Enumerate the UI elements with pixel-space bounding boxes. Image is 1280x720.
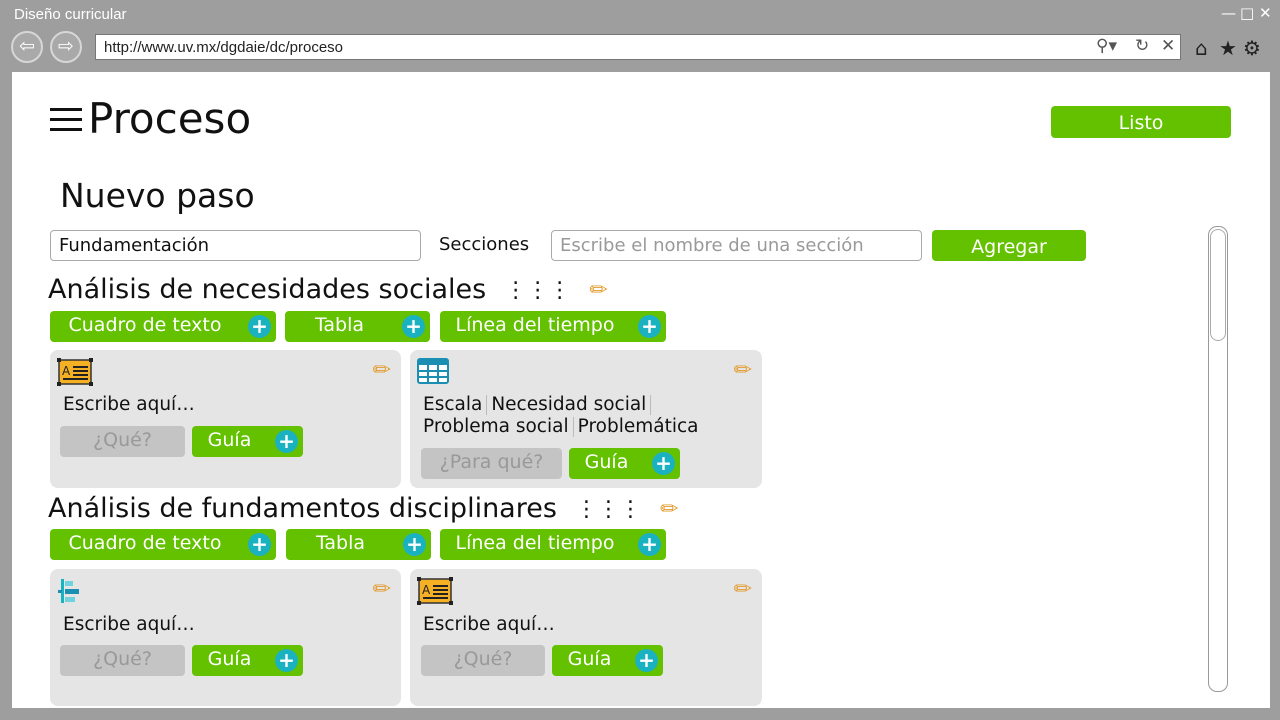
guide-label: Guía xyxy=(207,648,252,670)
add-timeline-button[interactable]: Línea del tiempo + xyxy=(440,311,666,342)
plus-icon: + xyxy=(275,430,298,453)
plus-icon: + xyxy=(402,315,425,338)
card-text[interactable]: Escribe aquí… xyxy=(423,614,555,635)
maximize-icon[interactable]: □ xyxy=(1240,4,1254,22)
text-box-icon[interactable]: A xyxy=(417,577,453,609)
edit-pencil-icon[interactable]: ✏ xyxy=(734,358,752,383)
add-button-label: Tabla xyxy=(315,532,366,554)
window-titlebar: Diseño curricular — □ ✕ xyxy=(0,0,1280,30)
scrollbar-thumb[interactable] xyxy=(1210,229,1226,341)
url-text: http://www.uv.mx/dgdaie/dc/proceso xyxy=(104,39,344,56)
add-section-button[interactable]: Agregar xyxy=(932,230,1086,261)
plus-icon: + xyxy=(275,649,298,672)
add-button-label: Línea del tiempo xyxy=(455,314,615,336)
plus-icon: + xyxy=(403,533,426,556)
edit-pencil-icon[interactable]: ✏ xyxy=(734,577,752,602)
content-card: ✏ Escala Necesidad social Problema social… xyxy=(410,350,762,488)
plus-icon: + xyxy=(635,649,658,672)
plus-icon: + xyxy=(638,315,661,338)
section-title-text: Análisis de necesidades sociales xyxy=(48,274,487,305)
plus-icon: + xyxy=(638,533,661,556)
home-icon[interactable]: ⌂ xyxy=(1195,36,1208,60)
settings-gear-icon[interactable]: ⚙ xyxy=(1243,36,1261,60)
close-window-icon[interactable]: ✕ xyxy=(1259,4,1272,22)
add-button-label: Cuadro de texto xyxy=(68,314,222,336)
page-title: Proceso xyxy=(88,94,252,143)
plus-icon: + xyxy=(652,452,675,475)
back-button[interactable]: ⇦ xyxy=(11,31,43,63)
text-box-icon[interactable]: A xyxy=(57,358,93,390)
guide-button[interactable]: Guía + xyxy=(569,448,680,479)
table-column-label[interactable]: Problemática xyxy=(578,416,699,437)
guide-button[interactable]: Guía + xyxy=(192,426,303,457)
add-table-button[interactable]: Tabla + xyxy=(285,311,430,342)
section-title: Análisis de fundamentos disciplinares ⋮⋮… xyxy=(48,493,679,524)
card-text[interactable]: Escribe aquí… xyxy=(63,394,195,415)
question-button[interactable]: ¿Qué? xyxy=(60,645,185,676)
edit-pencil-icon[interactable]: ✏ xyxy=(660,497,678,522)
timeline-icon[interactable] xyxy=(57,577,83,609)
question-button[interactable]: ¿Qué? xyxy=(421,645,545,676)
step-name-input[interactable]: Fundamentación xyxy=(50,230,421,261)
edit-pencil-icon[interactable]: ✏ xyxy=(589,278,607,303)
svg-text:A: A xyxy=(62,364,71,378)
vertical-scrollbar[interactable] xyxy=(1208,226,1228,692)
add-button-label: Línea del tiempo xyxy=(455,532,615,554)
favorites-star-icon[interactable]: ★ xyxy=(1219,36,1237,60)
table-column-label[interactable]: Escala xyxy=(423,394,482,415)
guide-label: Guía xyxy=(567,648,612,670)
add-button-label: Cuadro de texto xyxy=(68,532,222,554)
edit-pencil-icon[interactable]: ✏ xyxy=(373,577,391,602)
browser-toolbar: ⇦ ⇨ http://www.uv.mx/dgdaie/dc/proceso ⚲… xyxy=(0,30,1280,70)
table-column-label[interactable]: Necesidad social xyxy=(491,394,646,415)
guide-button[interactable]: Guía + xyxy=(552,645,663,676)
menu-icon[interactable] xyxy=(50,108,82,134)
content-card: ✏ Escribe aquí… ¿Qué? Guía + xyxy=(50,569,401,706)
address-bar[interactable]: http://www.uv.mx/dgdaie/dc/proceso xyxy=(95,34,1181,60)
question-button[interactable]: ¿Qué? xyxy=(60,426,185,457)
table-column-label[interactable]: Problema social xyxy=(423,416,569,437)
section-name-input[interactable]: Escribe el nombre de una sección xyxy=(551,230,922,261)
sections-label: Secciones xyxy=(439,234,530,255)
forward-button[interactable]: ⇨ xyxy=(50,31,82,63)
done-button[interactable]: Listo xyxy=(1051,106,1231,138)
minimize-icon[interactable]: — xyxy=(1221,4,1236,22)
guide-button[interactable]: Guía + xyxy=(192,645,303,676)
section-title-text: Análisis de fundamentos disciplinares xyxy=(48,493,557,524)
new-step-title: Nuevo paso xyxy=(60,176,255,215)
plus-icon: + xyxy=(248,315,271,338)
edit-pencil-icon[interactable]: ✏ xyxy=(373,358,391,383)
search-icon[interactable]: ⚲▾ xyxy=(1096,36,1117,56)
reorder-icon[interactable]: ⋮⋮⋮ xyxy=(505,278,571,303)
reorder-icon[interactable]: ⋮⋮⋮ xyxy=(576,497,642,522)
card-text[interactable]: Escribe aquí… xyxy=(63,614,195,635)
table-icon[interactable] xyxy=(417,358,449,388)
guide-label: Guía xyxy=(207,429,252,451)
add-text-box-button[interactable]: Cuadro de texto + xyxy=(50,311,276,342)
question-button[interactable]: ¿Para qué? xyxy=(421,448,562,479)
guide-label: Guía xyxy=(584,451,629,473)
add-button-label: Tabla xyxy=(314,314,365,336)
section-title: Análisis de necesidades sociales ⋮⋮⋮ ✏ xyxy=(48,274,608,305)
table-header-row: Problema social Problemática xyxy=(423,416,698,437)
window-title: Diseño curricular xyxy=(14,6,127,23)
refresh-icon[interactable]: ↻ xyxy=(1135,36,1149,56)
table-header-row: Escala Necesidad social xyxy=(423,394,655,415)
plus-icon: + xyxy=(248,533,271,556)
svg-text:A: A xyxy=(422,583,431,597)
add-text-box-button[interactable]: Cuadro de texto + xyxy=(50,529,276,560)
page-content: Proceso Listo Nuevo paso Fundamentación … xyxy=(12,72,1270,708)
add-timeline-button[interactable]: Línea del tiempo + xyxy=(440,529,666,560)
content-card: A ✏ Escribe aquí… ¿Qué? Guía + xyxy=(410,569,762,706)
content-card: A ✏ Escribe aquí… ¿Qué? Guía + xyxy=(50,350,401,488)
stop-icon[interactable]: ✕ xyxy=(1161,36,1175,56)
add-table-button[interactable]: Tabla + xyxy=(286,529,431,560)
